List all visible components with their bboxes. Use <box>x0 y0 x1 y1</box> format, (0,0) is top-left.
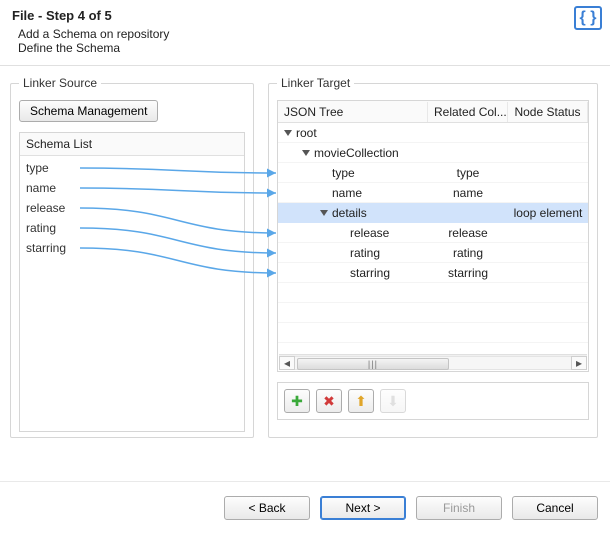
schema-list: Schema List typenamereleaseratingstarrin… <box>19 132 245 432</box>
tree-label: name <box>332 186 362 200</box>
target-rows[interactable]: root movieCollection type type name name detai… <box>278 123 588 353</box>
table-row[interactable]: type type <box>278 163 588 183</box>
page-subtitle-1: Add a Schema on repository <box>18 27 598 41</box>
arrow-up-icon: ⬆ <box>355 393 367 410</box>
target-table: JSON Tree Related Col... Node Status roo… <box>277 100 589 372</box>
scroll-thumb[interactable]: ||| <box>297 358 449 370</box>
tree-label: starring <box>350 266 390 280</box>
schema-item[interactable]: starring <box>20 238 244 258</box>
expand-icon[interactable] <box>284 130 292 136</box>
table-row[interactable]: details loop element <box>278 203 588 223</box>
horizontal-scrollbar[interactable]: ◂ ||| ▸ <box>279 354 587 370</box>
tree-cell: starring <box>278 266 428 280</box>
table-row[interactable]: root <box>278 123 588 143</box>
linker-source-legend: Linker Source <box>19 76 101 90</box>
scroll-left-icon[interactable]: ◂ <box>279 356 295 370</box>
tree-cell: root <box>278 126 428 140</box>
target-toolbar: ✚ ✖ ⬆ ⬇ <box>277 382 589 420</box>
schema-item[interactable]: rating <box>20 218 244 238</box>
table-row[interactable]: release release <box>278 223 588 243</box>
tree-label: release <box>350 226 389 240</box>
add-icon: ✚ <box>291 393 303 410</box>
col-header-related[interactable]: Related Col... <box>428 102 508 122</box>
tree-cell: release <box>278 226 428 240</box>
related-cell: name <box>428 186 508 200</box>
table-row[interactable]: name name <box>278 183 588 203</box>
move-up-button[interactable]: ⬆ <box>348 389 374 413</box>
related-cell: type <box>428 166 508 180</box>
arrow-down-icon: ⬇ <box>387 393 399 410</box>
table-row[interactable]: movieCollection <box>278 143 588 163</box>
linker-target-group: Linker Target JSON Tree Related Col... N… <box>268 76 598 438</box>
schema-item[interactable]: release <box>20 198 244 218</box>
schema-item[interactable]: name <box>20 178 244 198</box>
next-button[interactable]: Next > <box>320 496 406 520</box>
scroll-right-icon[interactable]: ▸ <box>571 356 587 370</box>
work-area: Linker Source Schema Management Schema L… <box>0 66 610 486</box>
related-cell: release <box>428 226 508 240</box>
finish-button[interactable]: Finish <box>416 496 502 520</box>
table-row[interactable]: starring starring <box>278 263 588 283</box>
page-subtitle-2: Define the Schema <box>18 41 598 55</box>
scroll-track[interactable]: ||| <box>295 356 571 370</box>
json-braces-icon: { } <box>574 6 602 30</box>
tree-cell: movieCollection <box>278 146 428 160</box>
tree-cell: rating <box>278 246 428 260</box>
tree-label: root <box>296 126 317 140</box>
back-button[interactable]: < Back <box>224 496 310 520</box>
page-title: File - Step 4 of 5 <box>12 8 598 23</box>
table-row[interactable]: rating rating <box>278 243 588 263</box>
remove-icon: ✖ <box>323 393 335 410</box>
add-button[interactable]: ✚ <box>284 389 310 413</box>
linker-target-legend: Linker Target <box>277 76 354 90</box>
tree-cell: details <box>278 206 428 220</box>
wizard-header: File - Step 4 of 5 Add a Schema on repos… <box>0 0 610 66</box>
linker-source-group: Linker Source Schema Management Schema L… <box>10 76 254 438</box>
tree-label: movieCollection <box>314 146 399 160</box>
tree-label: details <box>332 206 367 220</box>
expand-icon[interactable] <box>302 150 310 156</box>
col-header-node-status[interactable]: Node Status <box>508 102 588 122</box>
status-cell: loop element <box>508 206 588 220</box>
schema-list-header: Schema List <box>20 133 244 156</box>
tree-label: rating <box>350 246 380 260</box>
expand-icon[interactable] <box>320 210 328 216</box>
related-cell: starring <box>428 266 508 280</box>
schema-management-button[interactable]: Schema Management <box>19 100 158 122</box>
related-cell: rating <box>428 246 508 260</box>
wizard-footer: < Back Next > Finish Cancel <box>0 481 610 534</box>
tree-label: type <box>332 166 355 180</box>
col-header-json-tree[interactable]: JSON Tree <box>278 102 428 122</box>
tree-cell: name <box>278 186 428 200</box>
remove-button[interactable]: ✖ <box>316 389 342 413</box>
tree-cell: type <box>278 166 428 180</box>
target-table-headers: JSON Tree Related Col... Node Status <box>278 101 588 123</box>
cancel-button[interactable]: Cancel <box>512 496 598 520</box>
schema-item[interactable]: type <box>20 158 244 178</box>
move-down-button[interactable]: ⬇ <box>380 389 406 413</box>
